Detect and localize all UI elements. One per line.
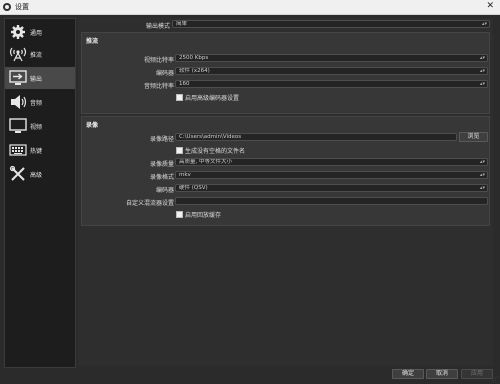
sidebar-item-stream[interactable]: 推流 (5, 43, 75, 65)
chevron-updown-icon: ▴▾ (479, 81, 485, 87)
sidebar-item-hotkeys[interactable]: 热键 (5, 139, 75, 161)
monitor-icon (9, 118, 27, 133)
chevron-updown-icon: ▴▾ (479, 172, 485, 178)
browse-button[interactable]: 浏览 (459, 132, 488, 142)
keyboard-icon (9, 144, 27, 156)
sidebar-item-label: 通用 (30, 30, 43, 37)
chevron-updown-icon: ▴▾ (479, 185, 485, 191)
recording-format-select[interactable]: mkv ▴▾ (175, 171, 488, 179)
spin-arrows-icon[interactable]: ▴▾ (480, 55, 485, 61)
chevron-updown-icon: ▴▾ (481, 21, 487, 27)
chevron-updown-icon: ▴▾ (479, 159, 485, 165)
cancel-button[interactable]: 取消 (426, 369, 458, 379)
speaker-icon (11, 95, 27, 109)
resize-grip-icon[interactable]: ⋰ (492, 375, 498, 382)
recording-format-value: mkv (179, 172, 191, 178)
obs-logo-icon (3, 3, 11, 11)
no-space-filename-checkbox[interactable] (176, 147, 183, 154)
output-icon (9, 70, 27, 85)
recording-format-label: 录像格式 (149, 174, 174, 181)
settings-sidebar: 通用 推流 输出 音频 视频 热键 高级 (4, 18, 76, 368)
apply-button[interactable]: 应用 (461, 369, 493, 379)
muxer-settings-input[interactable] (175, 197, 488, 205)
sidebar-item-label: 视频 (30, 124, 43, 131)
recording-section: 录像 录像路径 C:\Users\admin\Videos 浏览 生成没有空格的… (81, 116, 490, 226)
sidebar-item-label: 热键 (30, 148, 43, 155)
gear-icon (11, 25, 25, 39)
sidebar-item-label: 高级 (30, 172, 43, 179)
sidebar-item-label: 输出 (30, 76, 43, 83)
recording-path-label: 录像路径 (149, 136, 174, 143)
stream-encoder-value: 软件 (x264) (179, 68, 210, 74)
close-icon[interactable]: ✕ (486, 1, 494, 11)
recording-path-input[interactable]: C:\Users\admin\Videos (175, 133, 457, 141)
video-bitrate-label: 视频比特率 (143, 57, 174, 64)
recording-section-title: 录像 (86, 122, 99, 129)
advanced-encoder-checkbox[interactable] (176, 94, 183, 101)
broadcast-icon (9, 47, 27, 62)
recording-encoder-select[interactable]: 硬件 (QSV) ▴▾ (175, 184, 488, 192)
sidebar-item-label: 推流 (30, 52, 43, 59)
window-title: 设置 (15, 3, 29, 11)
video-bitrate-value: 2500 Kbps (179, 55, 209, 61)
recording-encoder-value: 硬件 (QSV) (179, 185, 208, 191)
tools-icon (9, 166, 25, 181)
advanced-encoder-label: 启用高级编码器设置 (185, 95, 240, 102)
sidebar-item-video[interactable]: 视频 (5, 115, 75, 137)
recording-quality-label: 录像质量 (149, 161, 174, 168)
title-bar: 设置 ✕ (0, 0, 500, 15)
sidebar-item-audio[interactable]: 音频 (5, 91, 75, 113)
replay-buffer-checkbox[interactable] (176, 211, 183, 218)
settings-content: 输出模式 简单 ▴▾ 推流 视频比特率 2500 Kbps ▴▾ 编码器 软件 … (78, 18, 493, 366)
recording-encoder-label: 编码器 (155, 187, 174, 194)
recording-path-value: C:\Users\admin\Videos (179, 134, 242, 140)
sidebar-item-output[interactable]: 输出 (5, 67, 75, 89)
sidebar-item-label: 音频 (30, 100, 43, 107)
output-mode-value: 简单 (176, 21, 188, 27)
sidebar-item-advanced[interactable]: 高级 (5, 163, 75, 185)
replay-buffer-label: 启用回放缓存 (185, 212, 222, 219)
audio-bitrate-label: 音频比特率 (143, 83, 174, 90)
ok-button[interactable]: 确定 (392, 369, 424, 379)
audio-bitrate-select[interactable]: 160 ▴▾ (175, 80, 488, 88)
video-bitrate-spinbox[interactable]: 2500 Kbps ▴▾ (175, 54, 488, 62)
sidebar-item-general[interactable]: 通用 (5, 21, 75, 43)
stream-encoder-label: 编码器 (155, 70, 174, 77)
streaming-section: 推流 视频比特率 2500 Kbps ▴▾ 编码器 软件 (x264) ▴▾ 音… (81, 32, 490, 114)
output-mode-label: 输出模式 (145, 23, 170, 30)
audio-bitrate-value: 160 (179, 81, 190, 87)
streaming-section-title: 推流 (86, 38, 99, 45)
no-space-filename-label: 生成没有空格的文件名 (185, 148, 246, 155)
muxer-settings-label: 自定义混流器设置 (125, 200, 174, 207)
output-mode-select[interactable]: 简单 ▴▾ (172, 20, 490, 28)
stream-encoder-select[interactable]: 软件 (x264) ▴▾ (175, 67, 488, 75)
recording-quality-value: 高质量, 中等文件大小 (179, 159, 232, 165)
recording-quality-select[interactable]: 高质量, 中等文件大小 ▴▾ (175, 158, 488, 166)
chevron-updown-icon: ▴▾ (479, 68, 485, 74)
